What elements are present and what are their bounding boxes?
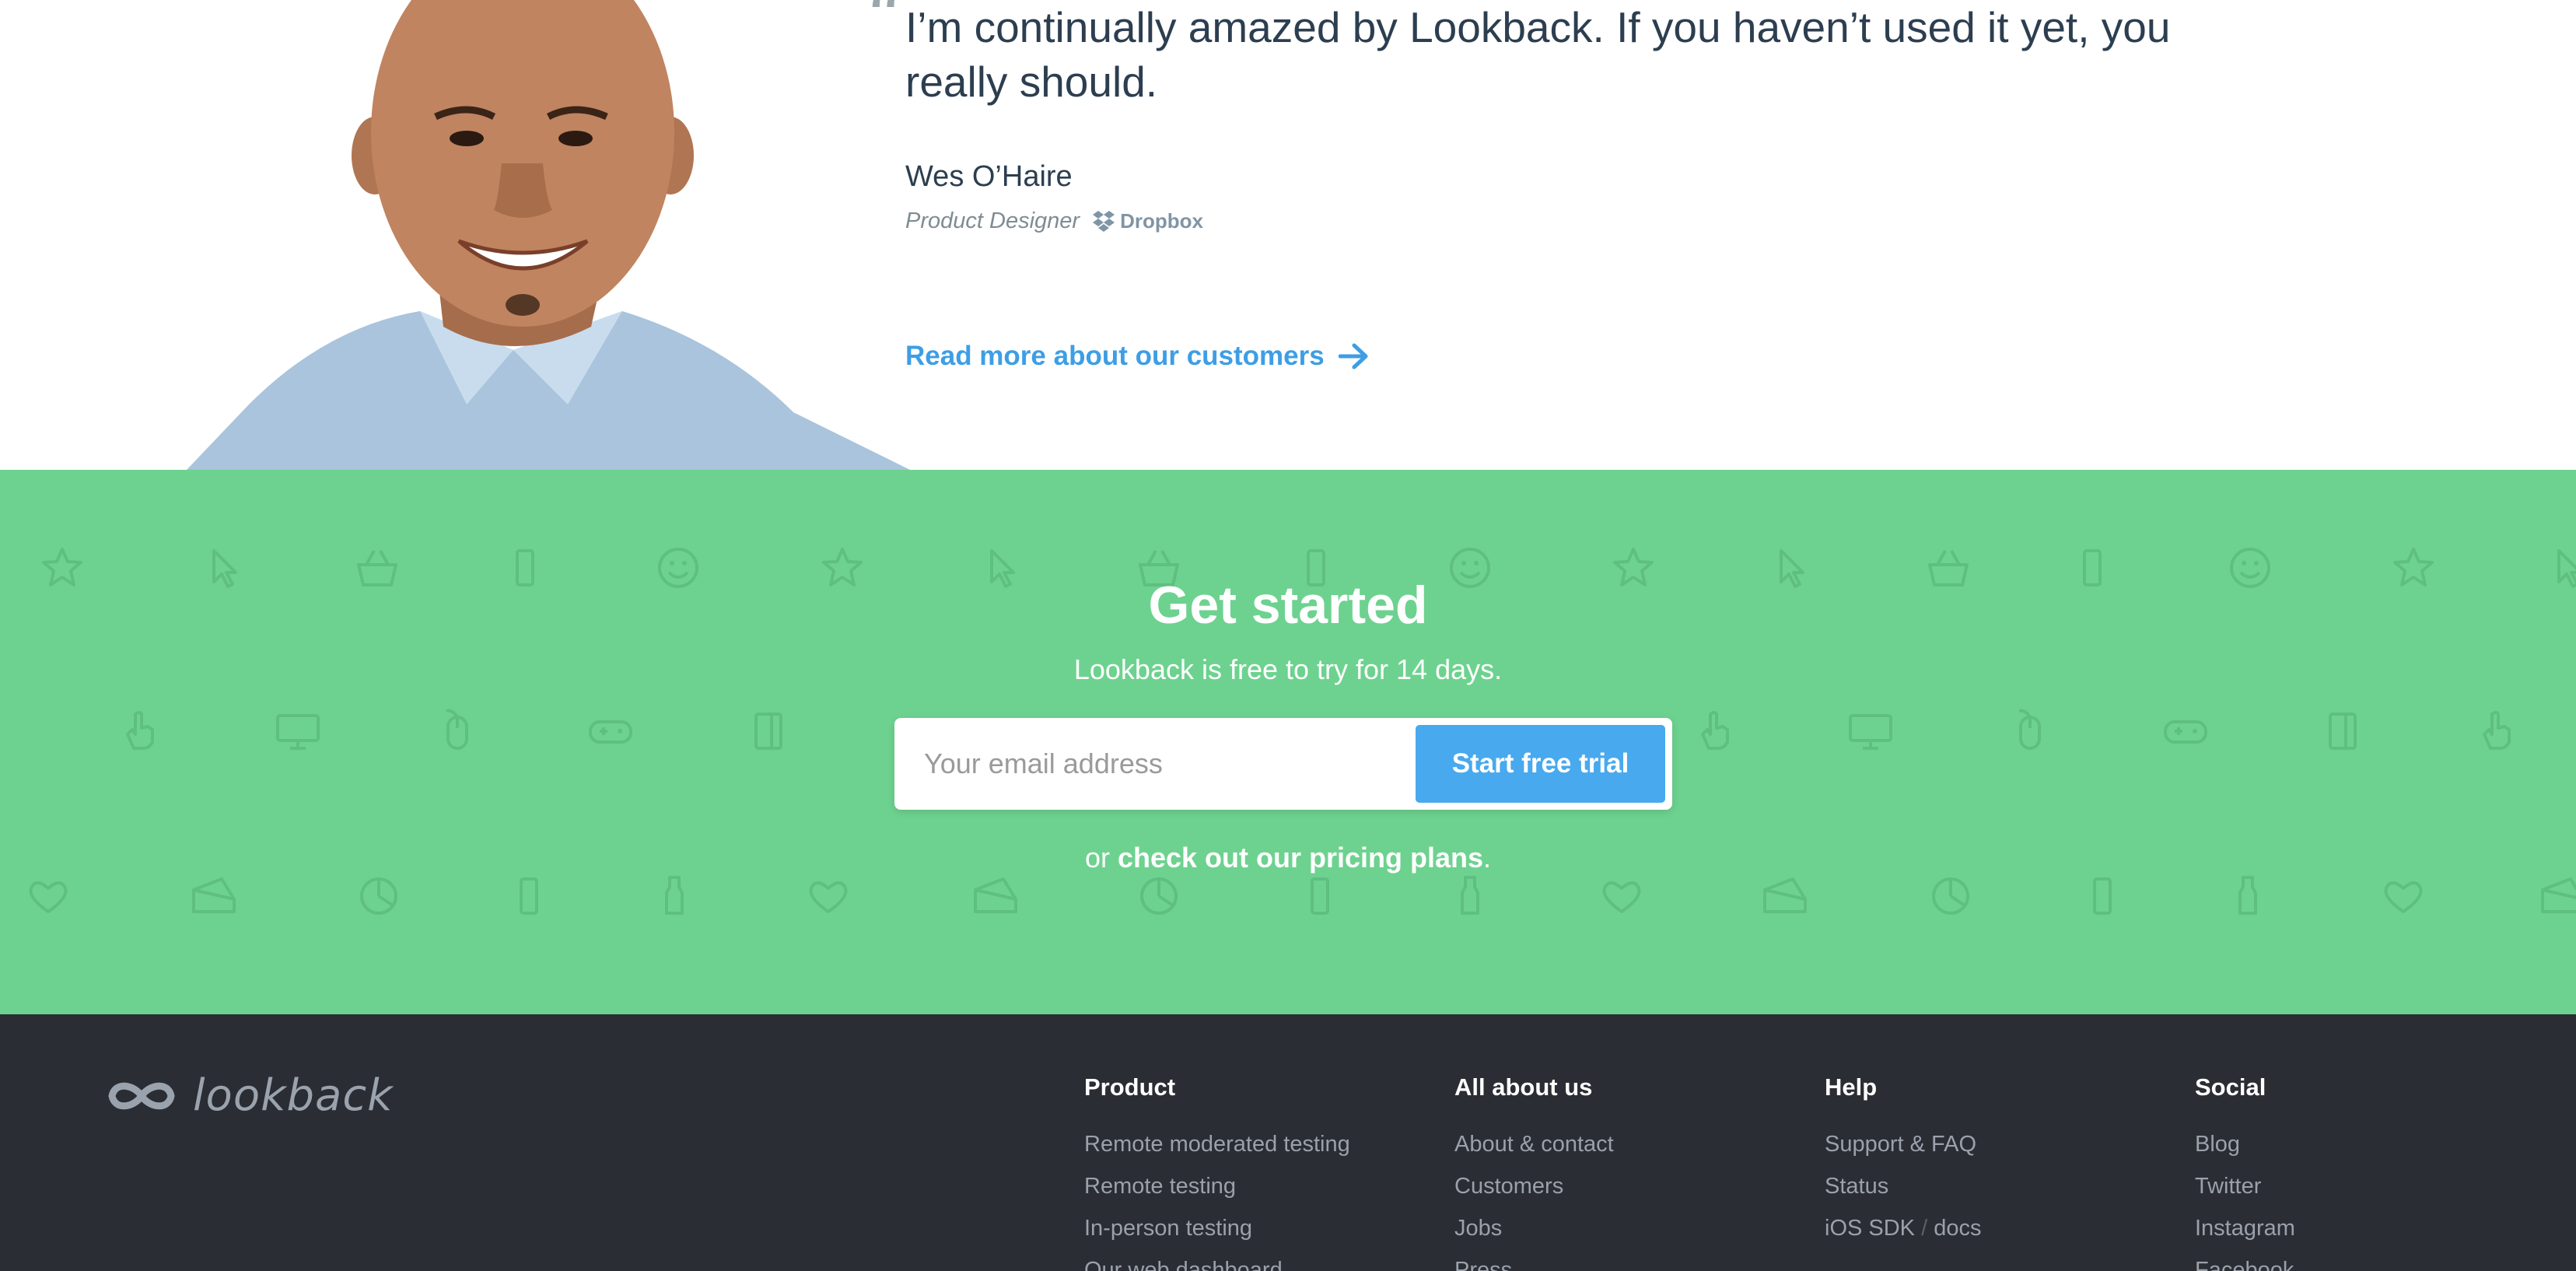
footer-link-ios-sdk[interactable]: iOS SDK [1825, 1216, 1915, 1241]
footer-link-about-contact[interactable]: About & contact [1454, 1123, 1614, 1165]
author-role-line: Product Designer Dropbox [905, 208, 1203, 234]
arrow-right-icon [1338, 343, 1368, 369]
get-started-title: Get started [1148, 576, 1428, 635]
pricing-line: or check out our pricing plans. [0, 842, 2576, 874]
footer-link-in-person-testing[interactable]: In-person testing [1084, 1207, 1350, 1249]
footer-column-about: All about us About & contact Customers J… [1454, 1073, 1614, 1271]
trial-subtitle: Lookback is free to try for 14 days. [1073, 653, 1503, 685]
dropbox-icon [1093, 210, 1115, 232]
footer-heading-help: Help [1825, 1073, 1878, 1101]
quote-mark-icon: “ [865, 0, 904, 62]
company-logo: Dropbox [1092, 209, 1203, 233]
read-more-customers-link[interactable]: Read more about our customers [905, 341, 1370, 372]
footer-link-remote-moderated-testing[interactable]: Remote moderated testing [1084, 1123, 1350, 1165]
author-name: Wes O’Haire [905, 160, 1073, 193]
footer-link-docs[interactable]: docs [1934, 1216, 1981, 1241]
author-role: Product Designer [905, 208, 1080, 233]
footer-link-press[interactable]: Press [1454, 1249, 1614, 1271]
footer-column-help: Help Support & FAQ Status iOS SDK / docs [1825, 1073, 1981, 1249]
get-started-section: Get started Lookback is free to try for … [0, 470, 2576, 1014]
email-input[interactable] [894, 718, 1408, 810]
testimonial-section: “ I’m continually amazed by Lookback. If… [0, 0, 2576, 470]
footer-link-blog[interactable]: Blog [2195, 1123, 2295, 1165]
read-more-label: Read more about our customers [905, 341, 1325, 371]
pricing-plans-link[interactable]: check out our pricing plans [1118, 842, 1483, 874]
footer-link-support-faq[interactable]: Support & FAQ [1825, 1123, 1981, 1165]
start-free-trial-button[interactable]: Start free trial [1416, 725, 1665, 803]
footer-link-jobs[interactable]: Jobs [1454, 1207, 1614, 1249]
footer-column-product: Product Remote moderated testing Remote … [1084, 1073, 1350, 1271]
footer-link-customers[interactable]: Customers [1454, 1165, 1614, 1207]
pricing-suffix: . [1483, 842, 1492, 874]
lookback-logo[interactable]: lookback [106, 1070, 394, 1121]
footer-link-status[interactable]: Status [1825, 1165, 1981, 1207]
footer-heading-product: Product [1084, 1073, 1176, 1101]
footer-heading-about: All about us [1454, 1073, 1593, 1101]
pricing-prefix: or [1084, 842, 1118, 874]
footer-link-instagram[interactable]: Instagram [2195, 1207, 2295, 1249]
logo-text: lookback [193, 1070, 394, 1121]
testimonial-quote: I’m continually amazed by Lookback. If y… [905, 3, 2171, 106]
footer-link-twitter[interactable]: Twitter [2195, 1165, 2295, 1207]
footer-sdk-line: iOS SDK / docs [1825, 1207, 1981, 1249]
signup-form: Start free trial [894, 718, 1672, 810]
footer-link-web-dashboard[interactable]: Our web dashboard [1084, 1249, 1350, 1271]
footer-column-social: Social Blog Twitter Instagram Facebook [2195, 1073, 2295, 1271]
sdk-separator: / [1921, 1216, 1928, 1241]
footer-link-facebook[interactable]: Facebook [2195, 1249, 2295, 1271]
lookback-infinity-icon [108, 1082, 175, 1109]
footer-heading-social: Social [2195, 1073, 2266, 1101]
footer-link-remote-testing[interactable]: Remote testing [1084, 1165, 1350, 1207]
company-name: Dropbox [1120, 209, 1203, 233]
site-footer: lookback Product Remote moderated testin… [0, 1014, 2576, 1271]
customer-portrait [187, 0, 910, 470]
